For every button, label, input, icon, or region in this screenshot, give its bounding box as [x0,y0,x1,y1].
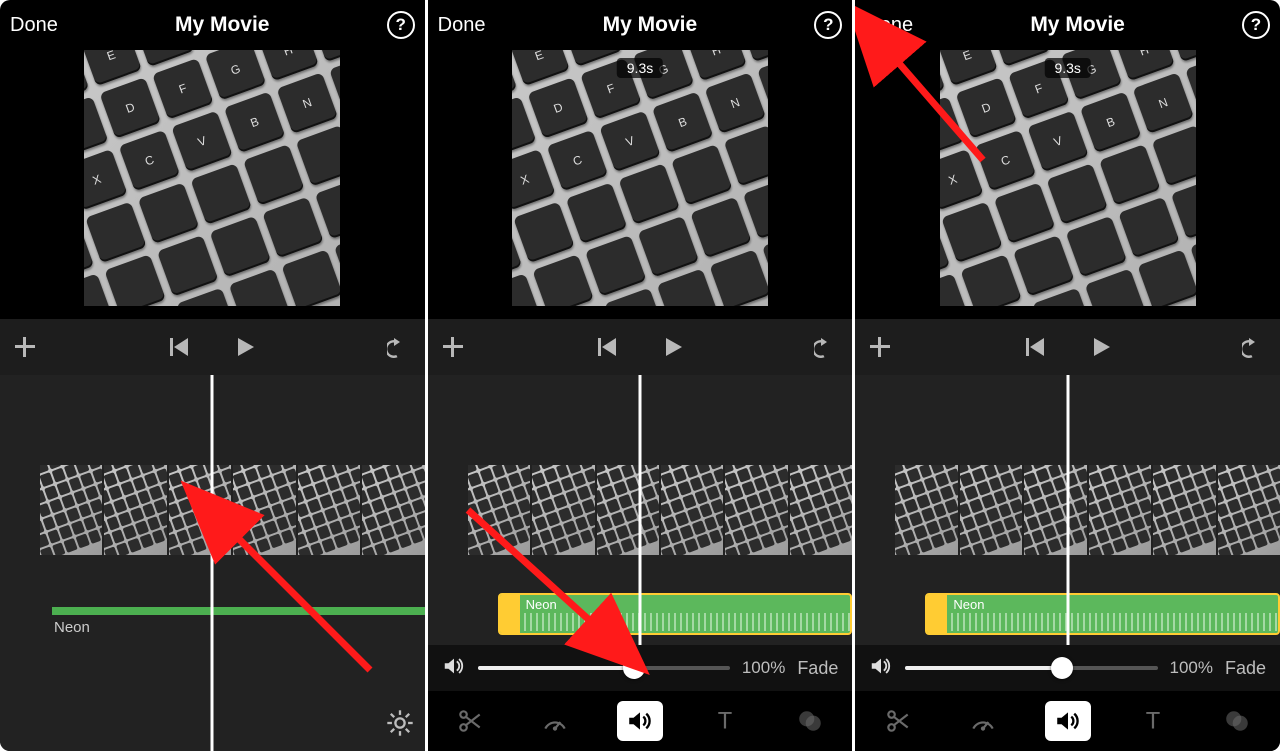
add-media-button[interactable] [867,334,893,360]
done-button[interactable]: Done [438,14,486,37]
audio-track-label: Neon [54,619,90,636]
timeline-clip[interactable] [725,465,787,555]
add-media-button[interactable] [12,334,38,360]
skip-start-button[interactable] [594,334,620,360]
add-media-button[interactable] [440,334,466,360]
help-button[interactable]: ? [387,11,415,39]
timeline[interactable]: Neon 100% Fade [428,375,853,751]
top-bar: Done My Movie ? [855,0,1280,50]
volume-value: 100% [742,658,785,678]
skip-start-button[interactable] [166,334,192,360]
playhead[interactable] [211,375,214,751]
done-button[interactable]: Done [865,14,913,37]
audio-track[interactable] [52,607,425,615]
transport-bar [428,319,853,375]
undo-button[interactable] [387,334,413,360]
split-tool[interactable] [875,701,921,741]
screenshot-panel: Done My Movie ? QWERTYUASDFGHJZXCVBNM 9.… [428,0,853,751]
timeline-clip[interactable] [960,465,1022,555]
timeline-clip[interactable] [895,465,957,555]
titles-tool[interactable] [702,701,748,741]
speed-tool[interactable] [532,701,578,741]
play-button[interactable] [232,334,258,360]
top-bar: Done My Movie ? [428,0,853,50]
help-button[interactable]: ? [1242,11,1270,39]
timeline-clip[interactable] [40,465,102,555]
volume-slider[interactable] [905,666,1157,670]
volume-value: 100% [1170,658,1213,678]
screenshot-panel: Done My Movie ? QWERTYUASDFGHJZXCVBNM [0,0,425,751]
timeline-clip[interactable] [104,465,166,555]
video-preview[interactable]: QWERTYUASDFGHJZXCVBNM 9.3s [512,50,768,306]
timeline-clip[interactable] [1089,465,1151,555]
volume-slider-knob[interactable] [623,657,645,679]
clip-tools [428,691,853,751]
speaker-icon [442,654,466,683]
transport-bar [855,319,1280,375]
audio-track-label: Neon [526,597,557,612]
undo-button[interactable] [814,334,840,360]
top-bar: Done My Movie ? [0,0,425,50]
volume-row: 100% Fade [428,645,853,691]
timeline-clip[interactable] [1153,465,1215,555]
filters-tool[interactable] [1214,701,1260,741]
skip-start-button[interactable] [1022,334,1048,360]
done-button[interactable]: Done [10,14,58,37]
play-button[interactable] [1088,334,1114,360]
clip-duration-badge: 9.3s [1044,58,1090,78]
timeline-clip[interactable] [1218,465,1280,555]
speaker-icon [869,654,893,683]
transport-bar [0,319,425,375]
fade-button[interactable]: Fade [797,658,838,679]
video-preview[interactable]: QWERTYUASDFGHJZXCVBNM 9.3s [940,50,1196,306]
timeline[interactable]: Neon [0,375,425,751]
filters-tool[interactable] [787,701,833,741]
timeline-clip[interactable] [532,465,594,555]
volume-tool[interactable] [617,701,663,741]
timeline-clip[interactable] [661,465,723,555]
timeline-clip[interactable] [362,465,424,555]
timeline[interactable]: Neon 100% Fade [855,375,1280,751]
timeline-clip[interactable] [597,465,659,555]
screenshot-panel: Done My Movie ? QWERTYUASDFGHJZXCVBNM 9.… [855,0,1280,751]
project-settings-button[interactable] [385,708,415,743]
audio-track-label: Neon [953,597,984,612]
project-title: My Movie [175,13,270,37]
project-title: My Movie [603,13,698,37]
volume-tool[interactable] [1045,701,1091,741]
clip-duration-badge: 9.3s [617,58,663,78]
volume-slider[interactable] [478,666,730,670]
timeline-clip[interactable] [1024,465,1086,555]
timeline-clip[interactable] [468,465,530,555]
volume-row: 100% Fade [855,645,1280,691]
audio-track-selected[interactable]: Neon [925,593,1280,635]
undo-button[interactable] [1242,334,1268,360]
split-tool[interactable] [447,701,493,741]
fade-button[interactable]: Fade [1225,658,1266,679]
help-button[interactable]: ? [814,11,842,39]
play-button[interactable] [660,334,686,360]
audio-track-selected[interactable]: Neon [498,593,853,635]
video-preview[interactable]: QWERTYUASDFGHJZXCVBNM [84,50,340,306]
volume-slider-knob[interactable] [1051,657,1073,679]
timeline-clip[interactable] [169,465,231,555]
titles-tool[interactable] [1130,701,1176,741]
speed-tool[interactable] [960,701,1006,741]
timeline-clip[interactable] [790,465,852,555]
timeline-clip[interactable] [233,465,295,555]
clip-tools [855,691,1280,751]
timeline-clip[interactable] [298,465,360,555]
project-title: My Movie [1030,13,1125,37]
